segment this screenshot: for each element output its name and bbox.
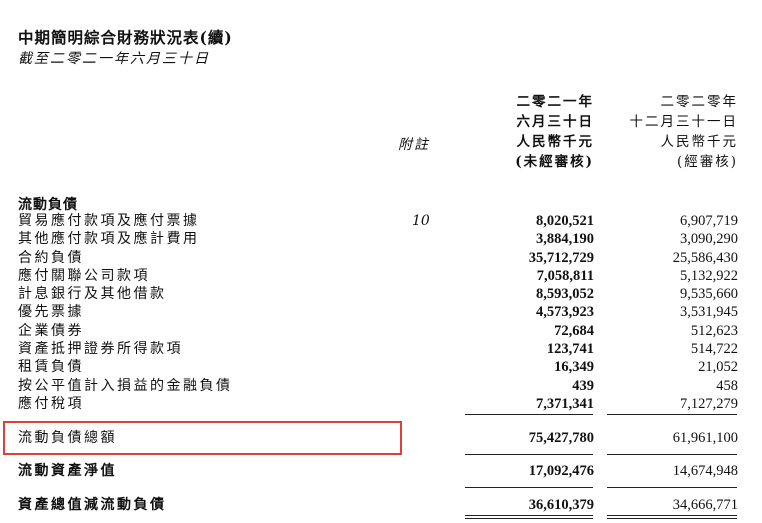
row-label: 計息銀行及其他借款 <box>18 286 167 303</box>
row-value-2021: 123,741 <box>546 341 594 358</box>
row-value-2020: 512,623 <box>690 322 738 339</box>
row-value-2020: 5,132,922 <box>680 267 738 284</box>
column-header-2020-line: 二零二零年 <box>660 94 738 110</box>
row-value-2020: 61,961,100 <box>672 430 738 446</box>
row-label: 其他應付款項及應計費用 <box>18 231 200 248</box>
row-value-2021: 35,712,729 <box>528 249 594 266</box>
table-row: 計息銀行及其他借款 8,593,052 9,535,660 <box>0 285 762 303</box>
table-row: 優先票據 4,573,923 3,531,945 <box>0 303 762 321</box>
double-rule-line <box>465 515 593 516</box>
row-label: 流動資產淨值 <box>18 463 117 479</box>
row-value-2021: 7,058,811 <box>536 267 594 284</box>
row-value-2020: 21,052 <box>698 359 738 376</box>
total-assets-less-current-liabilities-row: 資產總值減流動負債 36,610,379 34,666,771 <box>0 495 762 515</box>
row-value-2021: 439 <box>572 377 594 394</box>
row-value-2020: 14,674,948 <box>672 463 738 479</box>
table-row: 貿易應付款項及應付票據 10 8,020,521 6,907,719 <box>0 212 762 230</box>
row-label: 優先票據 <box>18 304 84 321</box>
row-value-2021: 36,610,379 <box>528 497 594 513</box>
row-label: 應付關聯公司款項 <box>18 267 150 284</box>
column-header-2021-line: (未經審核) <box>515 154 594 170</box>
double-rule-line <box>607 515 737 516</box>
row-value-2020: 25,586,430 <box>672 249 738 266</box>
row-label: 資產抵押證券所得款項 <box>18 341 183 358</box>
column-header-2021-line: 六月三十日 <box>516 114 594 130</box>
column-header-2020-line: 人民幣千元 <box>660 134 738 150</box>
column-header-2020-line: 十二月三十一日 <box>629 114 738 130</box>
row-value-2020: 9,535,660 <box>680 286 738 303</box>
rule-line <box>607 487 737 488</box>
table-row: 應付稅項 7,371,341 7,127,279 <box>0 395 762 413</box>
row-value-2020: 7,127,279 <box>680 395 738 412</box>
rule-line <box>607 414 737 415</box>
column-header-2021: 二零二一年 六月三十日 人民幣千元 (未經審核) <box>515 92 594 172</box>
row-value-2020: 34,666,771 <box>672 497 738 513</box>
row-label: 合約負債 <box>18 249 84 266</box>
table-row: 其他應付款項及應計費用 3,884,190 3,090,290 <box>0 230 762 248</box>
statement-title: 中期簡明綜合財務狀況表(續) <box>18 28 233 47</box>
row-value-2020: 3,531,945 <box>680 304 738 321</box>
row-value-2021: 16,349 <box>554 359 594 376</box>
row-value-2021: 3,884,190 <box>536 231 594 248</box>
net-current-assets-row: 流動資產淨值 17,092,476 14,674,948 <box>0 461 762 481</box>
column-header-2020: 二零二零年 十二月三十一日 人民幣千元 (經審核) <box>630 92 739 172</box>
rule-line <box>465 454 593 455</box>
row-label: 貿易應付款項及應付票據 <box>18 213 200 229</box>
table-row: 租賃負債 16,349 21,052 <box>0 358 762 376</box>
double-rule-line <box>607 518 737 519</box>
row-value-2021: 8,593,052 <box>536 286 594 303</box>
row-value-2021: 72,684 <box>554 322 594 339</box>
double-rule-line <box>465 518 593 519</box>
row-value-2020: 6,907,719 <box>680 213 738 229</box>
section-title-current-liabilities: 流動負債 <box>18 197 78 213</box>
table-row: 企業債券 72,684 512,623 <box>0 322 762 340</box>
row-note: 10 <box>412 213 430 229</box>
rule-line <box>465 487 593 488</box>
row-value-2021: 4,573,923 <box>536 304 594 321</box>
row-label: 按公平值計入損益的金融負債 <box>18 377 233 394</box>
row-label: 應付稅項 <box>18 395 84 412</box>
row-value-2020: 514,722 <box>690 341 738 358</box>
column-header-2020-line: (經審核) <box>676 154 738 170</box>
table-row: 合約負債 35,712,729 25,586,430 <box>0 249 762 267</box>
row-value-2020: 458 <box>716 377 738 394</box>
rule-line <box>465 414 593 415</box>
row-value-2020: 3,090,290 <box>680 231 738 248</box>
row-value-2021: 8,020,521 <box>536 213 594 229</box>
row-label: 租賃負債 <box>18 359 84 376</box>
table-row: 資產抵押證券所得款項 123,741 514,722 <box>0 340 762 358</box>
column-header-2021-line: 二零二一年 <box>516 94 594 110</box>
highlight-box <box>3 421 402 455</box>
rule-line <box>607 454 737 455</box>
table-row: 按公平值計入損益的金融負債 439 458 <box>0 377 762 395</box>
row-label: 資產總值減流動負債 <box>18 497 167 513</box>
table-row: 應付關聯公司款項 7,058,811 5,132,922 <box>0 267 762 285</box>
row-value-2021: 17,092,476 <box>528 463 594 479</box>
column-header-2021-line: 人民幣千元 <box>516 134 594 150</box>
row-label: 企業債券 <box>18 322 84 339</box>
statement-subtitle: 截至二零二一年六月三十日 <box>18 51 210 67</box>
row-value-2021: 7,371,341 <box>536 395 594 412</box>
row-value-2021: 75,427,780 <box>528 430 594 446</box>
note-column-header: 附註 <box>398 137 430 153</box>
liabilities-table: 貿易應付款項及應付票據 10 8,020,521 6,907,719 其他應付款項及應… <box>0 212 762 413</box>
